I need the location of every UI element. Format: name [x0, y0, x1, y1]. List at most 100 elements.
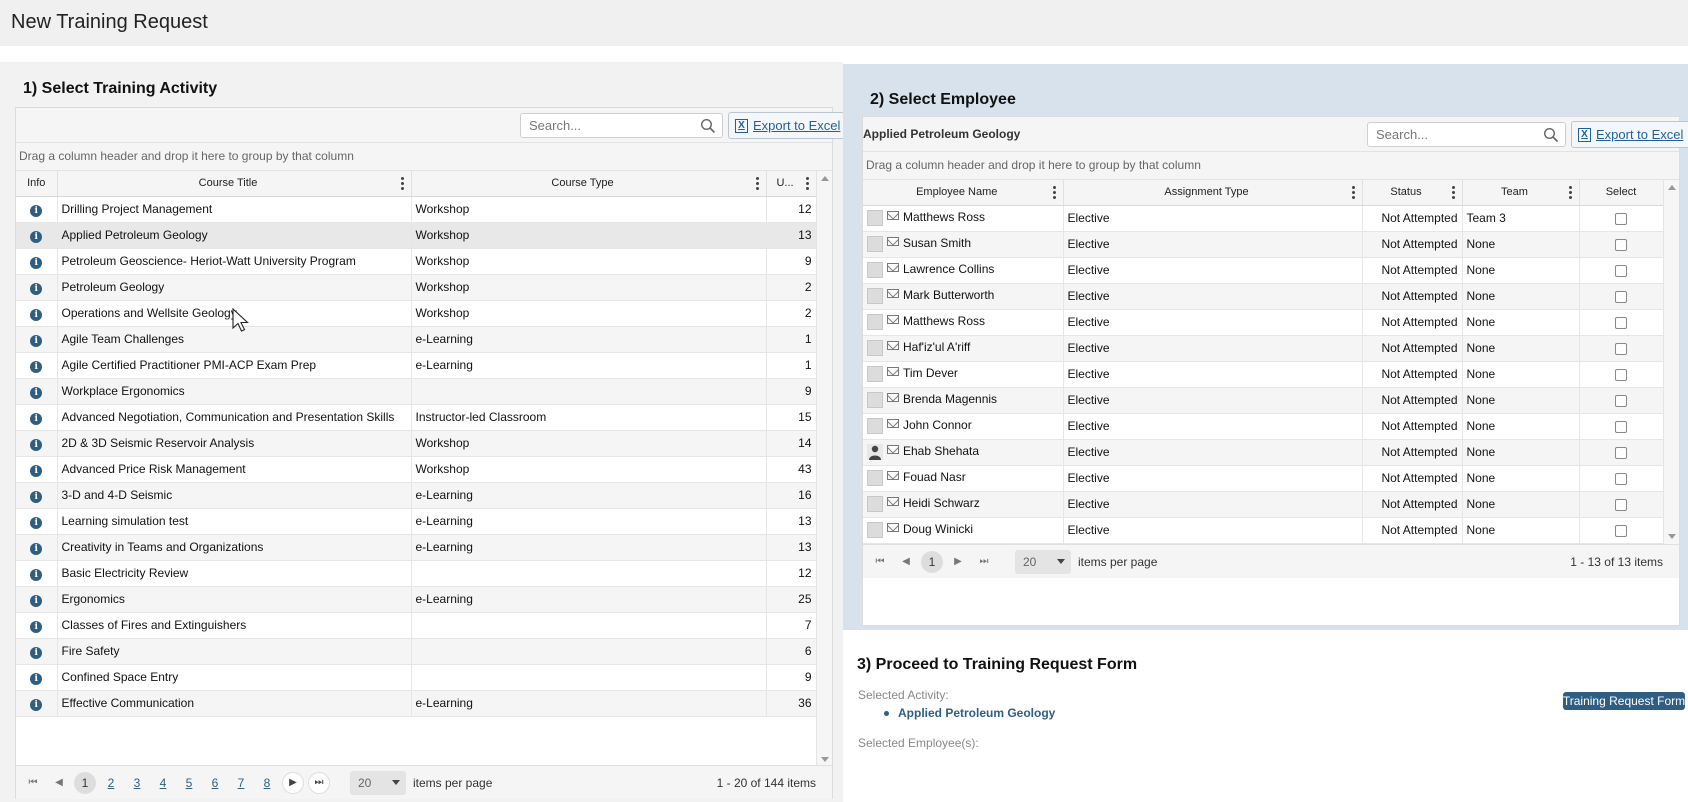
info-icon[interactable]: i [30, 412, 43, 425]
table-row[interactable]: Tim Dever Elective Not Attempted None [863, 361, 1664, 388]
info-cell[interactable]: i [16, 196, 58, 223]
mail-icon[interactable] [887, 393, 899, 402]
info-icon[interactable]: i [30, 308, 43, 321]
page-4[interactable]: 4 [152, 772, 174, 794]
group-by-drop-area[interactable]: Drag a column header and drop it here to… [16, 143, 832, 171]
first-page-icon[interactable]: ⏮ [869, 551, 891, 573]
page-size-dropdown[interactable]: 20 [350, 770, 406, 795]
table-row[interactable]: Matthews Ross Elective Not Attempted None [863, 309, 1664, 336]
column-header-assignment-type[interactable]: Assignment Type [1063, 180, 1363, 206]
info-icon[interactable]: i [30, 620, 43, 633]
activity-export-excel-button[interactable]: X Export to Excel [728, 112, 850, 139]
info-icon[interactable]: i [30, 230, 43, 243]
page-2[interactable]: 2 [100, 772, 122, 794]
employee-group-by-drop-area[interactable]: Drag a column header and drop it here to… [863, 152, 1679, 180]
select-checkbox[interactable] [1615, 420, 1627, 433]
info-cell[interactable]: i [16, 378, 58, 405]
info-icon[interactable]: i [30, 672, 43, 685]
info-cell[interactable]: i [16, 508, 58, 535]
mail-icon[interactable] [887, 263, 899, 272]
search-icon[interactable] [1543, 127, 1559, 143]
info-icon[interactable]: i [30, 256, 43, 269]
next-page-icon[interactable]: ▶ [282, 771, 304, 794]
page-3[interactable]: 3 [126, 772, 148, 794]
table-row[interactable]: i Petroleum Geoscience- Heriot-Watt Unive… [16, 248, 817, 275]
previous-page-icon[interactable]: ◀ [895, 551, 917, 573]
info-icon[interactable]: i [30, 516, 43, 529]
column-menu-icon[interactable] [1568, 186, 1573, 199]
table-row[interactable]: i Drilling Project Management Workshop 12 [16, 196, 817, 223]
info-icon[interactable]: i [30, 334, 43, 347]
info-icon[interactable]: i [30, 490, 43, 503]
column-header-course-type[interactable]: Course Type [411, 171, 767, 197]
table-row[interactable]: i Advanced Negotiation, Communication and… [16, 404, 817, 431]
info-cell[interactable]: i [16, 482, 58, 509]
table-row[interactable]: Doug Winicki Elective Not Attempted None [863, 517, 1664, 544]
table-row[interactable]: John Connor Elective Not Attempted None [863, 413, 1664, 440]
mail-icon[interactable] [887, 289, 899, 298]
training-request-form-button[interactable]: Training Request Form [1563, 692, 1685, 710]
column-header-select[interactable]: Select [1579, 180, 1664, 206]
info-cell[interactable]: i [16, 612, 58, 639]
mail-icon[interactable] [887, 419, 899, 428]
info-icon[interactable]: i [30, 568, 43, 581]
select-checkbox[interactable] [1615, 264, 1627, 277]
column-menu-icon[interactable] [755, 177, 760, 190]
select-checkbox[interactable] [1615, 212, 1627, 225]
table-row[interactable]: Matthews Ross Elective Not Attempted Team 3 [863, 205, 1664, 232]
scroll-up-icon[interactable] [821, 176, 829, 181]
page-1[interactable]: 1 [74, 771, 96, 794]
page-8[interactable]: 8 [256, 772, 278, 794]
table-row[interactable]: i Fire Safety 6 [16, 638, 817, 665]
selected-activity-value[interactable]: Applied Petroleum Geology [883, 706, 1055, 720]
activity-grid-scrollbar[interactable] [816, 171, 832, 767]
column-menu-icon[interactable] [1451, 186, 1456, 199]
info-cell[interactable]: i [16, 274, 58, 301]
table-row[interactable]: i Petroleum Geology Workshop 2 [16, 274, 817, 301]
info-icon[interactable]: i [30, 698, 43, 711]
info-icon[interactable]: i [30, 360, 43, 373]
select-checkbox[interactable] [1615, 290, 1627, 303]
select-checkbox[interactable] [1615, 368, 1627, 381]
column-header-info[interactable]: Info [16, 171, 58, 197]
column-menu-icon[interactable] [1351, 186, 1356, 199]
select-checkbox[interactable] [1615, 394, 1627, 407]
mail-icon[interactable] [887, 341, 899, 350]
last-page-icon[interactable]: ⏭ [308, 771, 330, 794]
info-icon[interactable]: i [30, 282, 43, 295]
info-icon[interactable]: i [30, 646, 43, 659]
info-icon[interactable]: i [30, 464, 43, 477]
search-icon[interactable] [700, 118, 716, 134]
info-cell[interactable]: i [16, 534, 58, 561]
table-row[interactable]: i Creativity in Teams and Organizations e-… [16, 534, 817, 561]
info-cell[interactable]: i [16, 404, 58, 431]
table-row[interactable]: Brenda Magennis Elective Not Attempted None [863, 387, 1664, 414]
next-page-icon[interactable]: ▶ [947, 551, 969, 573]
table-row[interactable]: i Operations and Wellsite Geology Workshop… [16, 300, 817, 327]
previous-page-icon[interactable]: ◀ [48, 772, 70, 794]
table-row[interactable]: Heidi Schwarz Elective Not Attempted None [863, 491, 1664, 518]
scroll-up-icon[interactable] [1668, 185, 1676, 190]
info-icon[interactable]: i [30, 386, 43, 399]
info-cell[interactable]: i [16, 664, 58, 691]
table-row[interactable]: i 2D & 3D Seismic Reservoir Analysis Works… [16, 430, 817, 457]
mail-icon[interactable] [887, 471, 899, 480]
column-header-u[interactable]: U... [766, 171, 817, 197]
mail-icon[interactable] [887, 315, 899, 324]
column-menu-icon[interactable] [400, 177, 405, 190]
employee-export-excel-button[interactable]: X Export to Excel [1571, 121, 1688, 148]
table-row[interactable]: i Effective Communication e-Learning 36 [16, 690, 817, 717]
info-cell[interactable]: i [16, 222, 58, 249]
page-5[interactable]: 5 [178, 772, 200, 794]
select-checkbox[interactable] [1615, 342, 1627, 355]
mail-icon[interactable] [887, 211, 899, 220]
info-icon[interactable]: i [30, 438, 43, 451]
select-checkbox[interactable] [1615, 472, 1627, 485]
info-cell[interactable]: i [16, 300, 58, 327]
page-1[interactable]: 1 [921, 550, 943, 573]
page-7[interactable]: 7 [230, 772, 252, 794]
page-size-dropdown[interactable]: 20 [1015, 549, 1071, 574]
table-row[interactable]: i Agile Team Challenges e-Learning 1 [16, 326, 817, 353]
column-menu-icon[interactable] [805, 177, 810, 190]
info-cell[interactable]: i [16, 352, 58, 379]
